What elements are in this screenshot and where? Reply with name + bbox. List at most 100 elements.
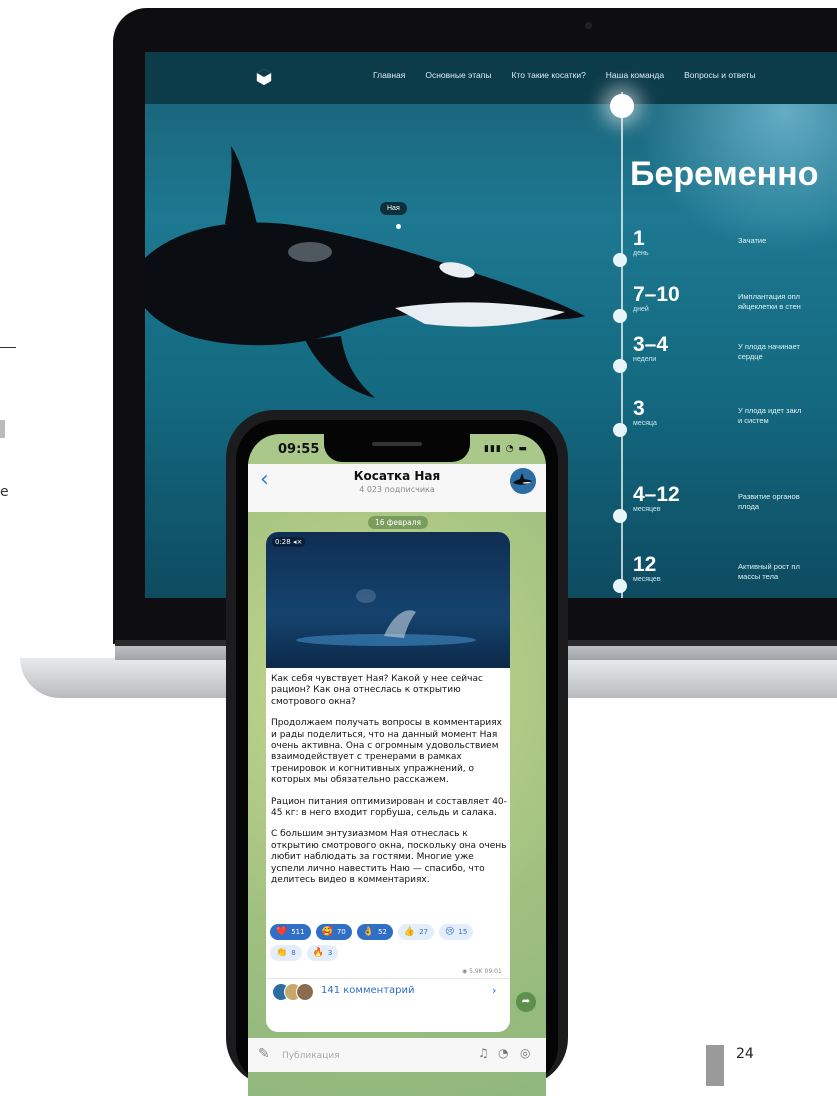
timeline-dot[interactable] (613, 359, 627, 373)
reactions-bar: ❤️ 511 🥰 70 👌 52 👍 27 😢 15 👏 8 🔥 3 (270, 924, 508, 961)
nav-item[interactable]: Наша команда (606, 70, 664, 80)
share-icon[interactable]: ➦ (516, 992, 536, 1012)
message-input[interactable] (280, 1046, 484, 1066)
status-icons: ▮▮▮ ◔ ▬ (484, 444, 528, 454)
timeline-number: 3–4 (633, 333, 669, 356)
page-number: 24 (736, 1046, 754, 1062)
timeline-dot[interactable] (613, 509, 627, 523)
reaction-count: 27 (419, 928, 429, 936)
timeline-unit: месяца (633, 420, 657, 427)
nav-item[interactable]: Вопросы и ответы (684, 70, 756, 80)
timeline-glow (610, 94, 634, 118)
reaction-emoji-icon: 👌 (362, 927, 374, 937)
channel-post: 0:28 ◂× Как себя чувствует Ная? Какой у … (266, 532, 510, 1032)
status-time: 09:55 (278, 442, 320, 457)
reaction-emoji-icon: 👍 (403, 927, 416, 937)
post-paragraph: С большим энтузиазмом Ная отнеслась к от… (271, 829, 507, 886)
reaction-count: 15 (458, 928, 468, 936)
timeline-dot[interactable] (613, 309, 627, 323)
timeline-number: 3 (633, 397, 645, 420)
timeline-description: Активный рост пл массы тела (738, 562, 800, 581)
reaction-emoji-icon: 😢 (445, 927, 455, 937)
timeline-number: 1 (633, 227, 645, 250)
timeline-row: 12 месяцев Активный рост пл массы тела (633, 553, 837, 584)
timeline-number: 4–12 (633, 483, 680, 506)
timeline-row: 3–4 недели У плода начинает сердце (633, 333, 837, 364)
reaction-button[interactable]: ❤️ 511 (270, 924, 311, 940)
timeline-number: 7–10 (633, 283, 680, 306)
channel-title[interactable]: Косатка Ная (248, 469, 546, 483)
reaction-count: 511 (291, 928, 305, 936)
video-player[interactable]: 0:28 ◂× (266, 532, 510, 668)
reaction-emoji-icon: 👏 (276, 948, 288, 958)
chevron-right-icon[interactable]: › (492, 984, 496, 997)
timeline-row: 4–12 месяцев Развитие органов плода (633, 483, 837, 514)
comments-label[interactable]: 141 комментарий (321, 985, 415, 996)
reaction-emoji-icon: ❤️ (276, 927, 288, 937)
laptop-camera (585, 22, 592, 29)
date-badge: 16 февраля (368, 516, 429, 529)
timeline-description: Имплантация опл яйцеклетки в стен (738, 292, 801, 311)
reaction-emoji-icon: 🔥 (312, 948, 324, 958)
orca-image (145, 146, 585, 398)
post-text: Как себя чувствует Ная? Какой у нее сейч… (271, 674, 509, 897)
message-input-bar: ✎ ♫ ◔ ◎ (248, 1038, 546, 1072)
nav-item[interactable]: Кто такие косатки? (511, 70, 585, 80)
timeline-dot[interactable] (613, 423, 627, 437)
reaction-button[interactable]: 🔥 3 (306, 945, 339, 961)
nav-item[interactable]: Основные этапы (425, 70, 491, 80)
nav-item[interactable]: Главная (373, 70, 405, 80)
reaction-button[interactable]: 👌 52 (356, 924, 393, 940)
timeline-number: 12 (633, 553, 657, 576)
margin-mark (0, 420, 5, 438)
reaction-emoji-icon: 🥰 (321, 927, 333, 937)
chat-background: 16 февраля 0:28 ◂× Как себя чувствует На… (248, 512, 546, 1096)
timeline-description: У плода идет закл и систем (738, 406, 802, 425)
timeline-unit: недели (633, 356, 657, 363)
sticker-icon[interactable]: ◔ (498, 1046, 508, 1060)
reaction-count: 70 (336, 928, 346, 936)
video-frame-icon (296, 589, 476, 646)
post-paragraph: Продолжаем получать вопросы в комментари… (271, 718, 502, 786)
orca-label-dot (396, 224, 401, 229)
timeline-row: 7–10 дней Имплантация опл яйцеклетки в сте… (633, 283, 837, 314)
reaction-count: 8 (291, 949, 296, 957)
comments-button[interactable]: 141 комментарий › (266, 978, 510, 1003)
reaction-button[interactable]: 😢 15 (439, 924, 474, 940)
timeline-description: Развитие органов плода (738, 492, 800, 511)
reaction-button[interactable]: 👏 8 (270, 945, 302, 961)
reaction-button[interactable]: 👍 27 (397, 924, 435, 940)
camera-icon[interactable]: ◎ (520, 1046, 530, 1060)
views-count: ◉ 5,9K 09:01 (462, 968, 502, 975)
logo-icon[interactable] (255, 68, 273, 86)
reaction-count: 52 (377, 928, 387, 936)
timeline-row: 1 день Зачатие (633, 227, 837, 258)
timeline-description: У плода начинает сердце (738, 342, 800, 361)
timeline-unit: дней (633, 306, 649, 313)
attach-icon[interactable]: ✎ (258, 1046, 270, 1062)
post-paragraph: Рацион питания оптимизирован и составляе… (271, 796, 507, 819)
timeline-unit: день (633, 250, 649, 257)
timeline-unit: месяцев (633, 576, 661, 583)
subscriber-count: 4 023 подписчика (359, 485, 435, 494)
phone-notch (324, 434, 470, 462)
page-title: Беременно (630, 155, 819, 193)
chat-header: ‹ Косатка Ная 4 023 подписчика (248, 464, 546, 512)
orca-label-tag[interactable]: Ная (380, 202, 407, 215)
phone-screen: 09:55 ▮▮▮ ◔ ▬ ‹ Косатка Ная 4 023 подпис… (248, 434, 546, 1096)
timeline-unit: месяцев (633, 506, 661, 513)
timeline-row: 3 месяца У плода идет закл и систем (633, 397, 837, 428)
bell-icon[interactable]: ♫ (478, 1046, 489, 1060)
reaction-button[interactable]: 🥰 70 (315, 924, 352, 940)
post-paragraph: Как себя чувствует Ная? Какой у нее сейч… (271, 674, 483, 707)
channel-avatar[interactable] (510, 468, 536, 494)
page-number-bar (706, 1045, 724, 1086)
divider-line (0, 347, 16, 348)
left-text-fragment: е (0, 484, 9, 500)
timeline-dot[interactable] (613, 253, 627, 267)
commenter-avatar (296, 983, 314, 1001)
timeline-description: Зачатие (738, 236, 767, 245)
timeline-dot[interactable] (613, 579, 627, 593)
site-nav: Главная Основные этапы Кто такие косатки? Н… (145, 52, 837, 104)
reaction-count: 3 (327, 949, 333, 957)
